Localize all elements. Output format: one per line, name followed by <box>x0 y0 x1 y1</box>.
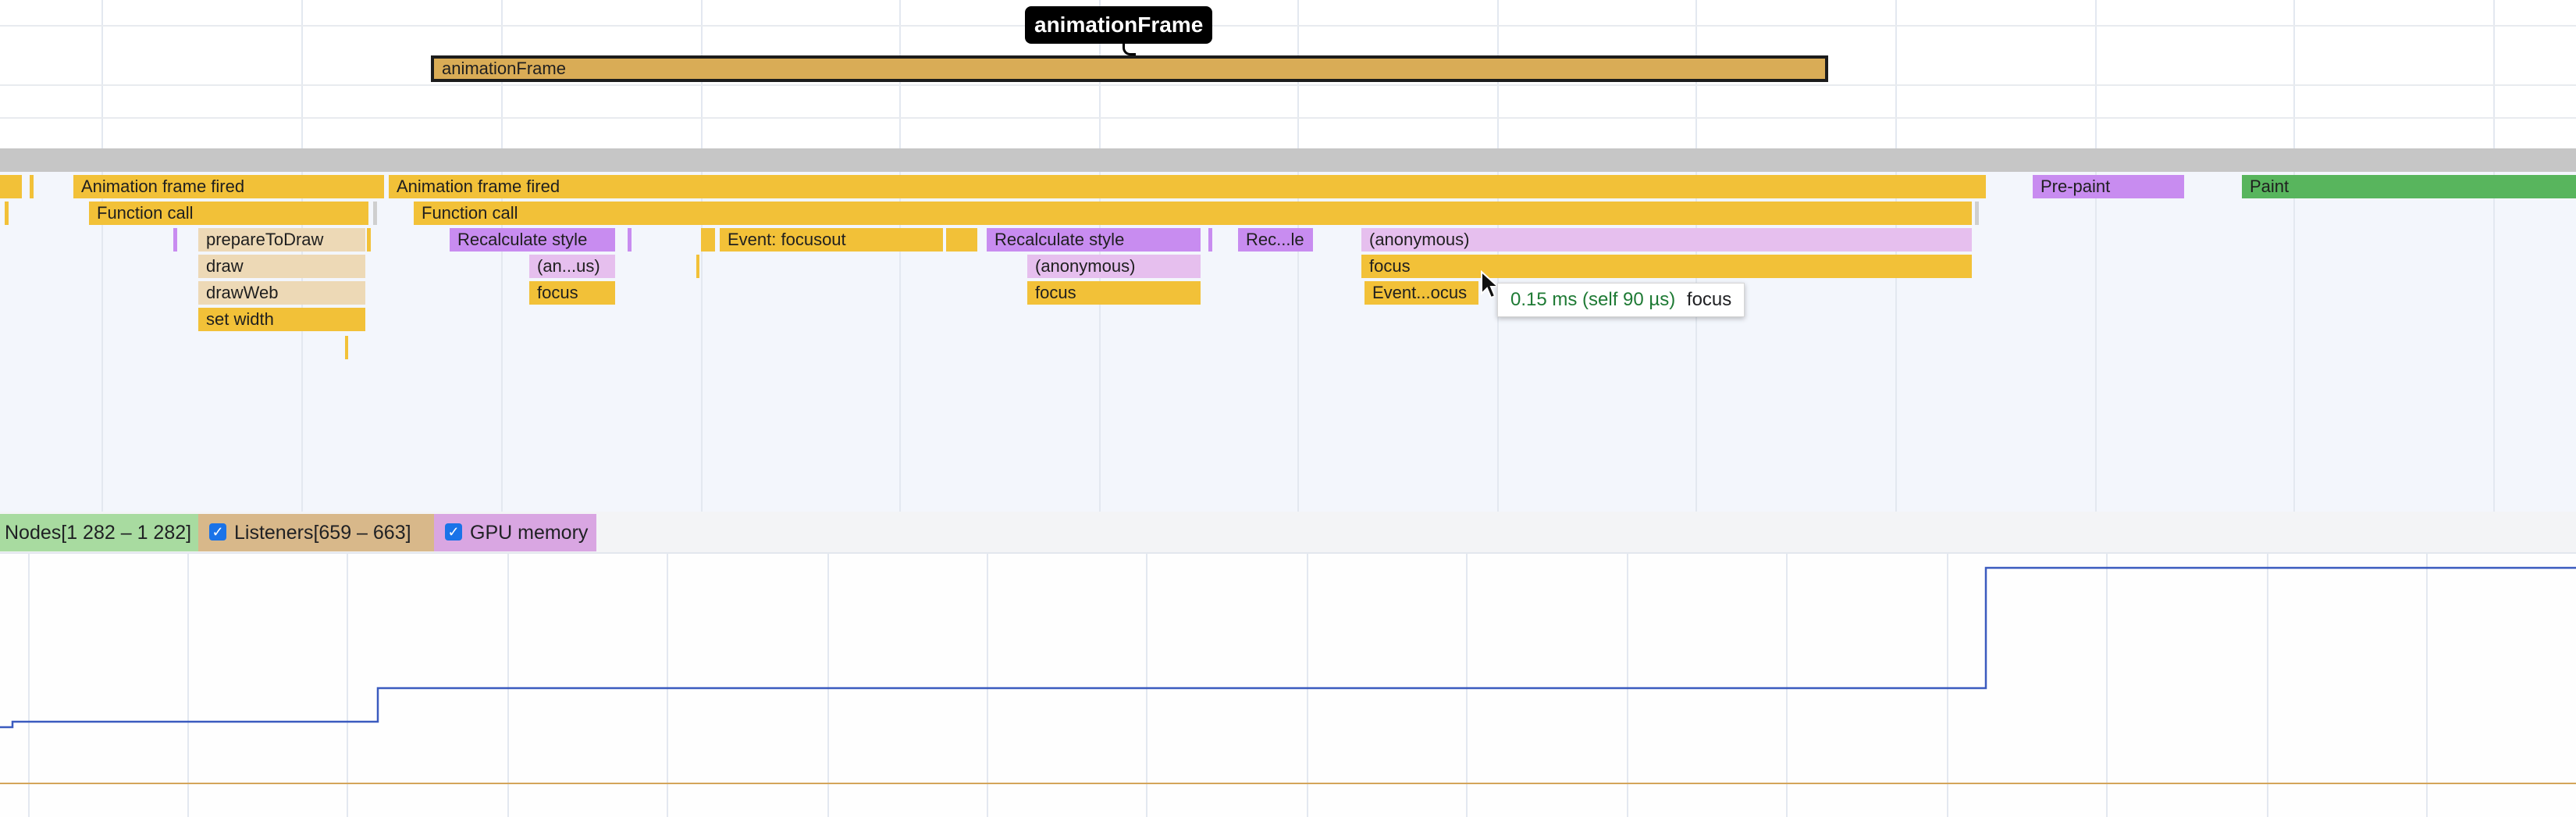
flame-entry-set-width[interactable]: set width <box>198 308 365 331</box>
track-separator <box>0 148 2576 172</box>
flame-entry[interactable] <box>1208 228 1212 252</box>
flame-entry-event-focusout[interactable]: Event: focusout <box>720 228 943 252</box>
flame-entry[interactable] <box>30 175 34 198</box>
flame-entry[interactable] <box>367 228 371 252</box>
flame-entry[interactable] <box>373 202 377 225</box>
hover-tooltip-time: 0.15 ms (self 90 µs) <box>1510 289 1676 310</box>
nodes-counter-toggle[interactable]: Nodes[1 282 – 1 282] <box>0 514 198 551</box>
animation-frame-tooltip: animationFrame <box>1025 6 1213 44</box>
gpu-memory-counter-toggle[interactable]: ✓ GPU memory <box>434 514 596 551</box>
flame-entry-recalculate-style[interactable]: Recalculate style <box>450 228 615 252</box>
flame-entry[interactable] <box>628 228 632 252</box>
flame-entry-prepare-to-draw[interactable]: prepareToDraw <box>198 228 365 252</box>
checkmark-icon[interactable]: ✓ <box>445 523 462 541</box>
tooltip-pointer-icon <box>1123 42 1136 55</box>
flame-entry-paint[interactable]: Paint <box>2242 175 2576 198</box>
checkmark-icon[interactable]: ✓ <box>209 523 226 541</box>
flame-entry[interactable] <box>173 228 177 252</box>
flame-entry-focus[interactable]: focus <box>1361 255 1972 278</box>
flame-entry-anonymous[interactable]: (anonymous) <box>1361 228 1972 252</box>
flame-entry-event-focus[interactable]: Event...ocus <box>1364 281 1478 305</box>
flame-entry-anonymous[interactable]: (anonymous) <box>1027 255 1201 278</box>
hover-tooltip-name: focus <box>1686 289 1732 310</box>
flame-entry-recalculate-style[interactable]: Recalculate style <box>987 228 1201 252</box>
listeners-counter-line <box>0 566 2576 784</box>
flame-entry[interactable] <box>5 202 9 225</box>
listeners-counter-toggle[interactable]: ✓ Listeners[659 – 663] <box>198 514 434 551</box>
flame-entry-function-call[interactable]: Function call <box>414 202 1972 225</box>
hover-tooltip: 0.15 ms (self 90 µs) focus <box>1497 283 1745 317</box>
flame-entry[interactable] <box>696 255 699 278</box>
flame-entry-focus[interactable]: focus <box>529 281 615 305</box>
nodes-counter-label: Nodes[1 282 – 1 282] <box>5 522 192 544</box>
listeners-counter-label: Listeners[659 – 663] <box>234 522 411 544</box>
flame-entry-anonymous-short[interactable]: (an...us) <box>529 255 615 278</box>
flame-entry-focus[interactable]: focus <box>1027 281 1201 305</box>
flame-entry[interactable] <box>701 228 715 252</box>
flame-entry-animation-frame-fired[interactable]: Animation frame fired <box>389 175 1986 198</box>
gpu-memory-counter-label: GPU memory <box>470 522 589 544</box>
flame-entry-pre-paint[interactable]: Pre-paint <box>2033 175 2184 198</box>
flame-entry-function-call[interactable]: Function call <box>89 202 368 225</box>
flame-entry-animation-frame-fired[interactable]: Animation frame fired <box>73 175 384 198</box>
flame-entry[interactable] <box>0 175 22 198</box>
flame-entry[interactable] <box>946 228 977 252</box>
flame-entry-recalculate-style-short[interactable]: Rec...le <box>1238 228 1313 252</box>
flame-entry-draw[interactable]: draw <box>198 255 365 278</box>
animation-frame-bar[interactable]: animationFrame <box>431 55 1828 82</box>
flame-entry[interactable] <box>1975 202 1979 225</box>
flame-entry-draw-web[interactable]: drawWeb <box>198 281 365 305</box>
flame-entry[interactable] <box>345 336 348 359</box>
